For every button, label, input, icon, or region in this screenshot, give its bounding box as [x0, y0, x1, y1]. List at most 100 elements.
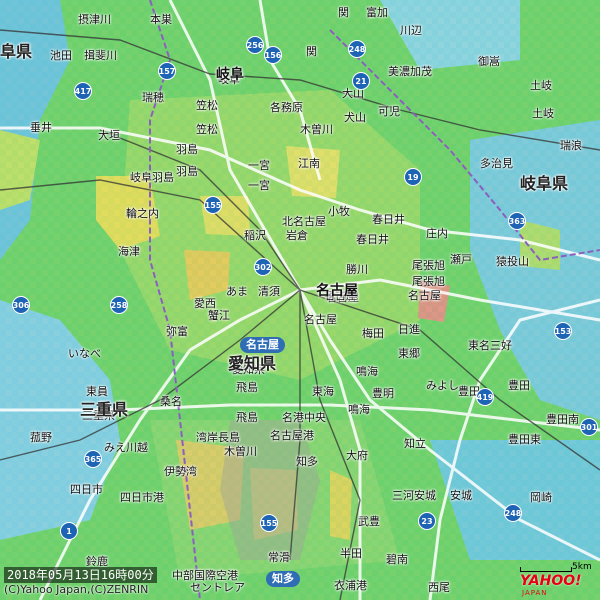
place-label: 瑞穂: [142, 91, 164, 104]
route-shield: 419: [476, 388, 494, 406]
place-label: 北名古屋: [282, 215, 326, 228]
place-label: 笠松: [196, 99, 218, 112]
scale-bar-line: [520, 567, 572, 572]
place-label: 岩倉: [286, 229, 308, 242]
place-label: 豊明: [372, 387, 394, 400]
route-shield: 302: [254, 258, 272, 276]
place-label: 輪之内: [126, 207, 159, 220]
timestamp: 2018年05月13日16時00分: [4, 567, 157, 583]
place-label: 蟹江: [208, 309, 230, 322]
route-shield: 248: [504, 504, 522, 522]
place-label: みえ川越: [104, 441, 148, 454]
place-label: 犬山: [344, 111, 366, 124]
yahoo-logo[interactable]: YAHOO! JAPAN: [520, 574, 598, 598]
place-label: みよし: [426, 379, 459, 392]
place-label: 瀬戸: [450, 253, 472, 266]
place-label: 岡崎: [530, 491, 552, 504]
place-label: 名古屋: [408, 289, 441, 302]
place-label: 揖斐川: [84, 49, 117, 62]
place-label: 豊田東: [508, 433, 541, 446]
place-label: 春日井: [356, 233, 389, 246]
place-label: 伊勢湾: [164, 465, 197, 478]
place-label: 四日市: [70, 483, 103, 496]
place-label: 木曽川: [224, 445, 257, 458]
place-label: 各務原: [270, 101, 303, 114]
place-label: 江南: [298, 157, 320, 170]
place-label: 安城: [450, 489, 472, 502]
place-label: 常滑: [268, 551, 290, 564]
place-label: 知立: [404, 437, 426, 450]
place-label: 池田: [50, 49, 72, 62]
place-label: 大垣: [98, 129, 120, 142]
place-label: 三河安城: [392, 489, 436, 502]
place-label: 海津: [118, 245, 140, 258]
route-shield: 363: [508, 212, 526, 230]
place-label: 土岐: [530, 79, 552, 92]
route-shield: 153: [554, 322, 572, 340]
place-label: 本巣: [150, 13, 172, 26]
place-label: 一宮: [248, 179, 270, 192]
badge-chita: 知多: [266, 571, 300, 587]
place-label: 飛島: [236, 381, 258, 394]
place-label: 豊田南: [546, 413, 579, 426]
place-label: 摂津川: [78, 13, 111, 26]
place-label: 多治見: [480, 157, 513, 170]
route-shield: 155: [260, 514, 278, 532]
route-shield: 156: [264, 46, 282, 64]
place-label: 瑞浪: [560, 139, 582, 152]
place-label: 西尾: [428, 581, 450, 594]
place-label: セントレア: [190, 581, 245, 594]
place-label: 愛西: [194, 297, 216, 310]
route-shield: 365: [84, 450, 102, 468]
place-label: 稲沢: [244, 229, 266, 242]
route-shield: 301: [580, 418, 598, 436]
copyright: (C)Yahoo Japan,(C)ZENRIN: [4, 583, 149, 596]
place-label: 名港中央: [282, 411, 326, 424]
place-label: 豊田: [508, 379, 530, 392]
place-label: 鳴海: [348, 403, 370, 416]
place-label: いなべ: [68, 347, 101, 360]
place-label: 富加: [366, 6, 388, 19]
place-label: 清須: [258, 285, 280, 298]
place-label: 木曽川: [300, 123, 333, 136]
route-shield: 417: [74, 82, 92, 100]
route-shield: 258: [110, 296, 128, 314]
prefecture-label-gifu-east: 岐阜県: [520, 174, 569, 193]
place-label: 庄内: [426, 227, 448, 240]
place-label: 衣浦港: [334, 579, 367, 592]
place-label: 中部国際空港: [172, 569, 238, 582]
city-label-gifu: 岐阜: [216, 67, 244, 83]
place-label: 御嵩: [478, 55, 500, 68]
place-label: 垂井: [30, 121, 52, 134]
place-label: 川辺: [400, 24, 422, 37]
route-shield: 155: [204, 196, 222, 214]
place-label: 関: [306, 45, 317, 58]
place-label: 日進: [398, 323, 420, 336]
place-label: 美濃加茂: [388, 65, 432, 78]
place-label: 岐阜羽島: [130, 171, 174, 184]
place-label: 東海: [312, 385, 334, 398]
place-label: 土岐: [532, 107, 554, 120]
place-label: 名古屋港: [270, 429, 314, 442]
route-shield: 256: [246, 36, 264, 54]
place-label: 半田: [340, 547, 362, 560]
place-label: 桑名: [160, 395, 182, 408]
place-label: 梅田: [362, 327, 384, 340]
place-label: 碧南: [386, 553, 408, 566]
yahoo-logo-text: YAHOO!: [520, 573, 582, 589]
place-label: 勝川: [346, 263, 368, 276]
scale-bar-label: 5km: [572, 562, 592, 572]
city-label-nagoya: 名古屋: [316, 283, 358, 299]
place-label: 春日井: [372, 213, 405, 226]
place-label: 東郷: [398, 347, 420, 360]
prefecture-label-gifu-west: 阜県: [0, 42, 33, 61]
route-shield: 19: [404, 168, 422, 186]
place-label: 尾張旭: [412, 275, 445, 288]
place-label: 武豊: [358, 515, 380, 528]
place-label: 鈴鹿: [86, 555, 108, 568]
place-label: 知多: [296, 455, 318, 468]
place-label: あま: [226, 285, 248, 298]
place-label: 名古屋: [304, 313, 337, 326]
place-label: 小牧: [328, 205, 350, 218]
place-label: 猿投山: [496, 255, 529, 268]
